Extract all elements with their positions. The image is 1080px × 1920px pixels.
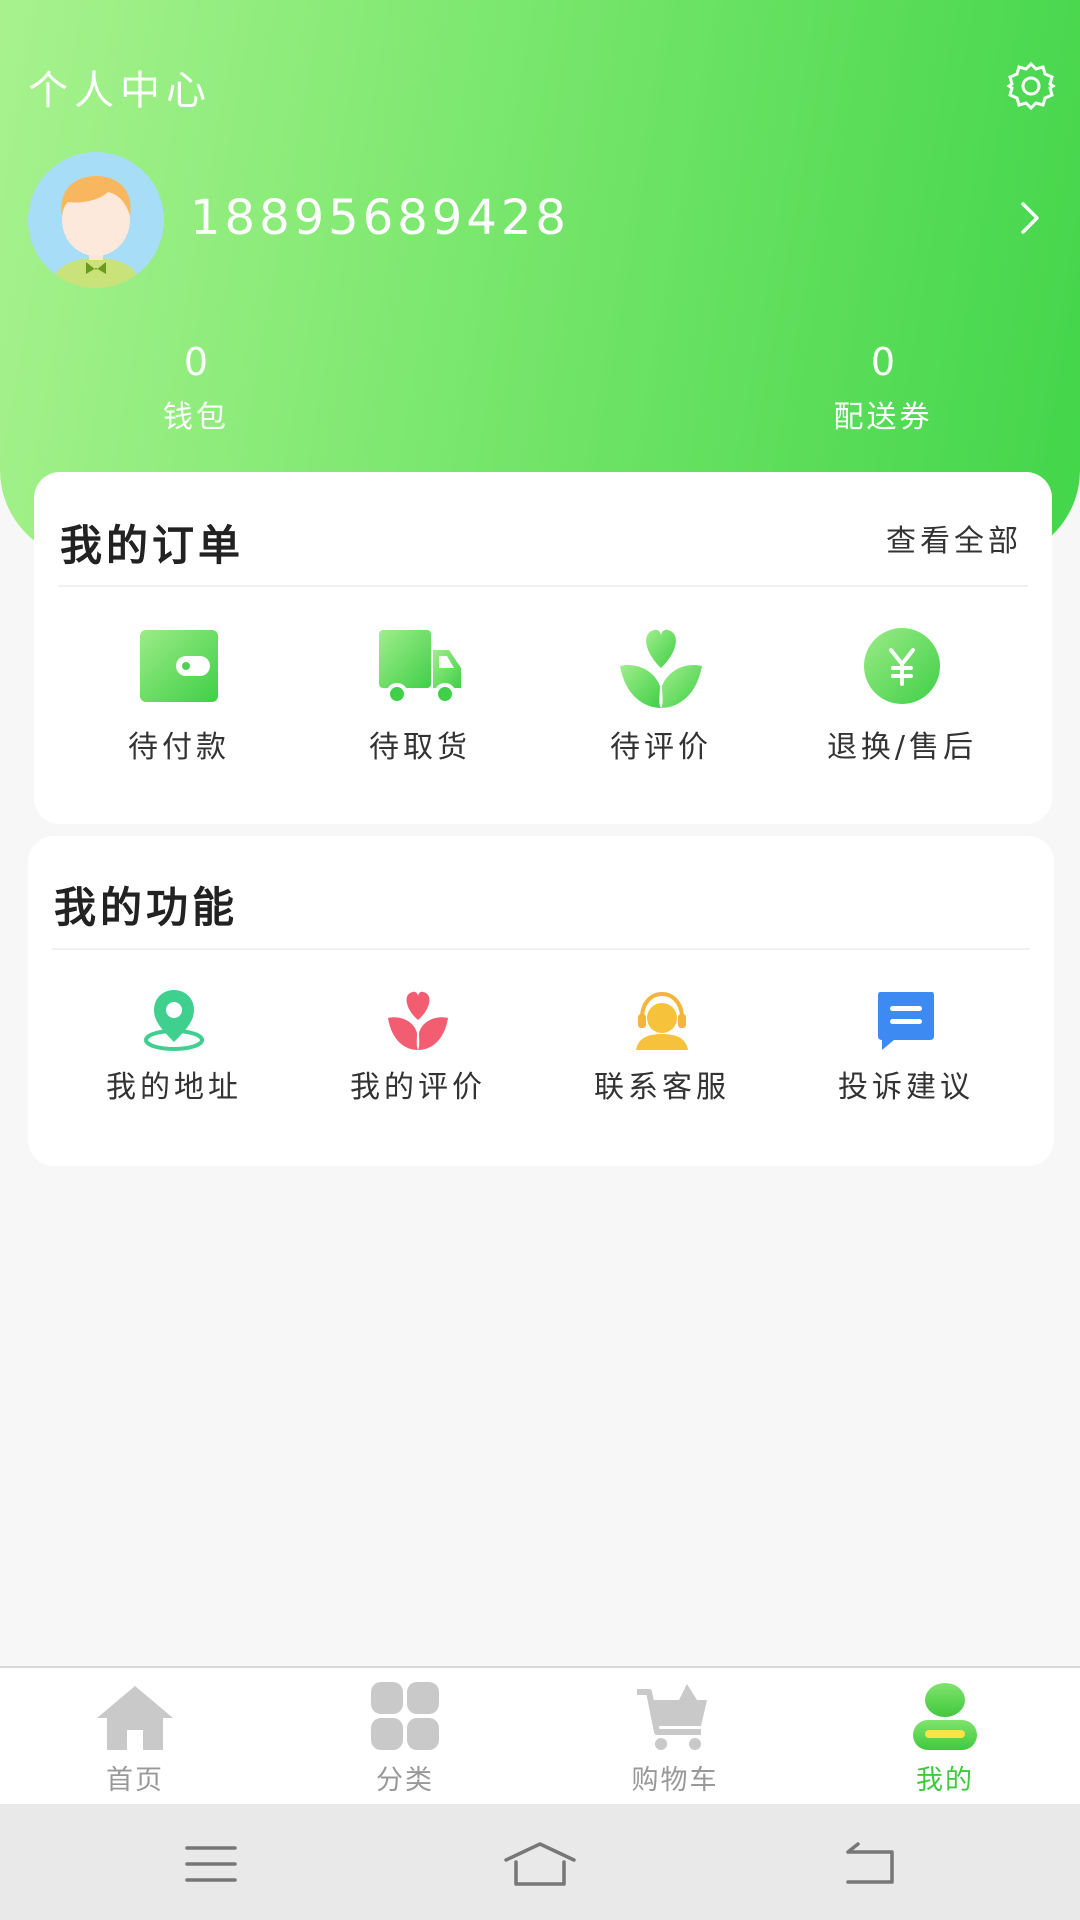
chat-bubble-icon <box>878 992 934 1050</box>
user-icon <box>913 1683 977 1750</box>
tab-home-label: 首页 <box>106 1765 164 1796</box>
my-address-label: 我的地址 <box>106 1070 242 1105</box>
tab-category-label: 分类 <box>376 1765 434 1796</box>
my-address-item[interactable]: 我的地址 <box>74 988 274 1106</box>
settings-gear-icon[interactable] <box>1005 60 1057 112</box>
my-orders-card: 我的订单 查看全部 待付款 待取货 待评价 退换/售后 <box>34 472 1052 824</box>
divider <box>52 948 1030 950</box>
category-grid-icon <box>371 1682 439 1750</box>
tab-mine[interactable]: 我的 <box>855 1682 1035 1797</box>
view-all-orders-link[interactable]: 查看全部 <box>886 516 1022 560</box>
cart-icon <box>637 1684 707 1750</box>
system-navigation-bar <box>0 1804 1080 1920</box>
divider <box>58 585 1028 587</box>
orders-title: 我的订单 <box>60 521 245 570</box>
tab-home[interactable]: 首页 <box>45 1682 225 1797</box>
wallet-value: 0 <box>183 340 209 384</box>
contact-service-label: 联系客服 <box>594 1070 730 1105</box>
order-pending-pickup[interactable]: 待取货 <box>320 624 520 766</box>
functions-title: 我的功能 <box>54 883 239 932</box>
contact-service-item[interactable]: 联系客服 <box>562 988 762 1106</box>
heart-sprout-icon <box>620 629 702 708</box>
home-nav-icon[interactable] <box>502 1840 578 1888</box>
tab-cart[interactable]: 购物车 <box>585 1682 765 1797</box>
heart-sprout-icon <box>388 991 448 1050</box>
my-reviews-label: 我的评价 <box>350 1070 486 1105</box>
tab-cart-label: 购物车 <box>631 1765 719 1796</box>
bottom-tab-bar: 首页 分类 购物车 我的 <box>0 1666 1080 1804</box>
customer-service-icon <box>636 991 688 1050</box>
order-pending-pickup-label: 待取货 <box>369 730 471 765</box>
user-phone-number[interactable]: 18895689428 <box>190 190 570 246</box>
tab-category[interactable]: 分类 <box>315 1682 495 1797</box>
yen-coin-icon <box>864 628 940 704</box>
home-icon <box>97 1686 173 1750</box>
order-pending-payment-label: 待付款 <box>128 730 230 765</box>
wallet-icon <box>140 630 218 702</box>
my-reviews-item[interactable]: 我的评价 <box>318 988 518 1106</box>
order-refund-after-sale-label: 退换/售后 <box>826 730 978 765</box>
order-pending-review[interactable]: 待评价 <box>561 624 761 766</box>
order-refund-after-sale[interactable]: 退换/售后 <box>802 624 1002 766</box>
truck-icon <box>379 630 461 705</box>
chevron-right-icon[interactable] <box>1015 198 1045 238</box>
avatar-illustration-icon <box>54 176 138 288</box>
my-functions-card: 我的功能 我的地址 我的评价 联系客服 投诉建议 <box>28 836 1054 1166</box>
back-icon[interactable] <box>840 1840 900 1888</box>
menu-icon[interactable] <box>181 1840 241 1888</box>
wallet-stat[interactable]: 0 钱包 <box>96 340 296 436</box>
wallet-label: 钱包 <box>163 400 229 435</box>
coupon-label: 配送券 <box>833 400 933 435</box>
page-title: 个人中心 <box>28 68 212 114</box>
coupon-stat[interactable]: 0 配送券 <box>783 340 983 436</box>
tab-mine-label: 我的 <box>916 1765 974 1796</box>
complaint-suggestion-item[interactable]: 投诉建议 <box>806 988 1006 1106</box>
location-pin-icon <box>144 990 204 1051</box>
coupon-value: 0 <box>870 340 896 384</box>
order-pending-review-label: 待评价 <box>610 730 712 765</box>
order-pending-payment[interactable]: 待付款 <box>79 624 279 766</box>
complaint-suggestion-label: 投诉建议 <box>838 1070 974 1105</box>
avatar[interactable] <box>28 152 164 288</box>
